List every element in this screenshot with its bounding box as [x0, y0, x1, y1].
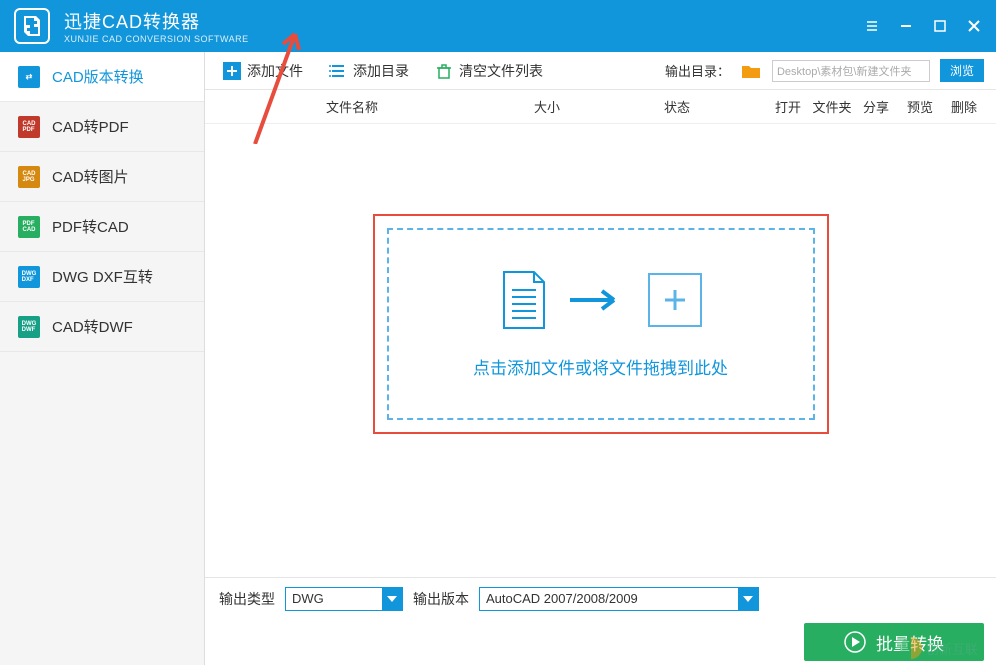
toolbar: 添加文件 添加目录 清空文件列表 输出目录： Desktop\素材包\新建文件夹…: [205, 52, 996, 90]
convert-bar: 批量转换 创新互联: [205, 619, 996, 665]
col-actions: 打开 文件夹 分享 预览 删除: [768, 97, 984, 116]
dwg-dxf-icon: DWGDXF: [18, 266, 40, 288]
output-dir-label: 输出目录：: [665, 61, 730, 80]
app-title-block: 迅捷CAD转换器 XUNJIE CAD CONVERSION SOFTWARE: [64, 8, 249, 44]
browse-button[interactable]: 浏览: [940, 59, 984, 82]
cad-dwf-icon: DWGDWF: [18, 316, 40, 338]
main-panel: 添加文件 添加目录 清空文件列表 输出目录： Desktop\素材包\新建文件夹…: [205, 52, 996, 665]
sidebar-item-cad-to-pdf[interactable]: CADPDF CAD转PDF: [0, 102, 204, 152]
menu-button[interactable]: [864, 18, 880, 34]
folder-icon: [742, 64, 760, 78]
add-file-label: 添加文件: [247, 61, 303, 81]
cad-image-icon: CADJPG: [18, 166, 40, 188]
document-icon: [500, 270, 548, 330]
col-preview: 预览: [900, 97, 940, 116]
play-icon: [844, 631, 866, 653]
close-button[interactable]: [966, 18, 982, 34]
sidebar-item-pdf-to-cad[interactable]: PDFCAD PDF转CAD: [0, 202, 204, 252]
sidebar: ⇄ CAD版本转换 CADPDF CAD转PDF CADJPG CAD转图片 P…: [0, 52, 205, 665]
col-open: 打开: [768, 97, 808, 116]
arrow-right-icon: [570, 289, 626, 311]
col-status: 状态: [607, 97, 747, 116]
minimize-button[interactable]: [898, 18, 914, 34]
pdf-cad-icon: PDFCAD: [18, 216, 40, 238]
app-logo: [14, 8, 50, 44]
cad-version-icon: ⇄: [18, 66, 40, 88]
add-file-icon: [223, 62, 241, 80]
output-path-field[interactable]: Desktop\素材包\新建文件夹: [772, 60, 930, 82]
drop-text: 点击添加文件或将文件拖拽到此处: [473, 354, 728, 379]
col-filename: 文件名称: [217, 97, 487, 116]
column-headers: 文件名称 大小 状态 打开 文件夹 分享 预览 删除: [205, 90, 996, 124]
sidebar-item-cad-to-image[interactable]: CADJPG CAD转图片: [0, 152, 204, 202]
sidebar-item-label: CAD转PDF: [52, 116, 129, 137]
sidebar-item-label: CAD版本转换: [52, 66, 144, 87]
add-file-button[interactable]: 添加文件: [213, 57, 313, 85]
sidebar-item-cad-version[interactable]: ⇄ CAD版本转换: [0, 52, 204, 102]
sidebar-item-label: DWG DXF互转: [52, 266, 153, 287]
add-folder-label: 添加目录: [353, 61, 409, 81]
clear-list-label: 清空文件列表: [459, 61, 543, 81]
sidebar-item-dwg-dxf[interactable]: DWGDXF DWG DXF互转: [0, 252, 204, 302]
col-folder: 文件夹: [812, 97, 852, 116]
plus-box-icon: [648, 273, 702, 327]
sidebar-item-label: CAD转图片: [52, 166, 129, 187]
sidebar-item-cad-to-dwf[interactable]: DWGDWF CAD转DWF: [0, 302, 204, 352]
bottom-bar: 输出类型 DWG 输出版本 AutoCAD 2007/2008/2009: [205, 577, 996, 619]
chevron-down-icon: [738, 588, 758, 610]
col-share: 分享: [856, 97, 896, 116]
output-type-value: DWG: [292, 591, 324, 606]
output-version-select[interactable]: AutoCAD 2007/2008/2009: [479, 587, 759, 611]
add-folder-icon: [329, 62, 347, 80]
sidebar-item-label: CAD转DWF: [52, 316, 133, 337]
window-controls: [864, 18, 982, 34]
clear-list-icon: [435, 62, 453, 80]
convert-label: 批量转换: [876, 630, 944, 655]
output-type-label: 输出类型: [219, 589, 275, 609]
col-size: 大小: [487, 97, 607, 116]
clear-list-button[interactable]: 清空文件列表: [425, 57, 553, 85]
maximize-button[interactable]: [932, 18, 948, 34]
app-subtitle: XUNJIE CAD CONVERSION SOFTWARE: [64, 34, 249, 44]
app-title: 迅捷CAD转换器: [64, 8, 249, 34]
chevron-down-icon: [382, 588, 402, 610]
drop-zone[interactable]: 点击添加文件或将文件拖拽到此处: [387, 228, 815, 420]
output-version-value: AutoCAD 2007/2008/2009: [486, 591, 638, 606]
batch-convert-button[interactable]: 批量转换: [804, 623, 984, 661]
output-version-label: 输出版本: [413, 589, 469, 609]
annotation-highlight: 点击添加文件或将文件拖拽到此处: [373, 214, 829, 434]
cad-pdf-icon: CADPDF: [18, 116, 40, 138]
drop-graphic: [500, 270, 702, 330]
sidebar-item-label: PDF转CAD: [52, 216, 129, 237]
title-bar: 迅捷CAD转换器 XUNJIE CAD CONVERSION SOFTWARE: [0, 0, 996, 52]
col-delete: 删除: [944, 97, 984, 116]
output-type-select[interactable]: DWG: [285, 587, 403, 611]
add-folder-button[interactable]: 添加目录: [319, 57, 419, 85]
drop-area: 点击添加文件或将文件拖拽到此处: [205, 124, 996, 577]
